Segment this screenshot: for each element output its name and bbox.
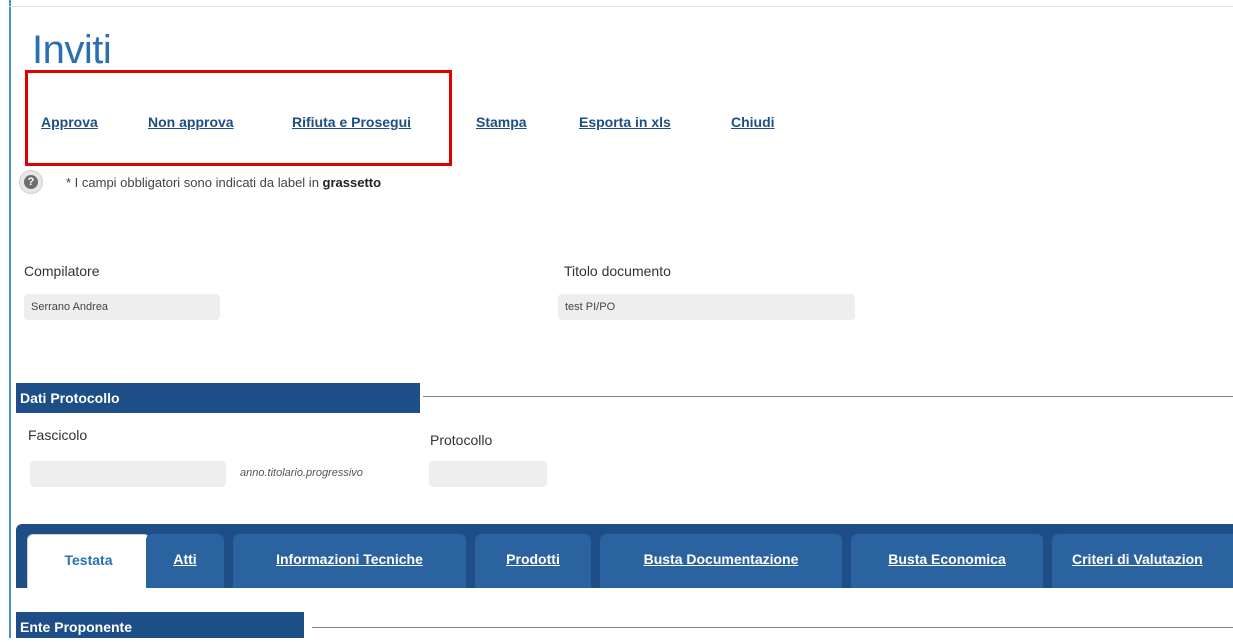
window-top-border <box>9 6 1233 7</box>
chiudi-link[interactable]: Chiudi <box>731 114 775 130</box>
highlight-annotation-box <box>25 70 452 166</box>
window-left-border <box>9 0 11 638</box>
tab-busta-economica[interactable]: Busta Economica <box>851 534 1043 588</box>
fascicolo-field[interactable] <box>30 461 226 487</box>
required-note-bold: grassetto <box>322 175 382 190</box>
question-mark-glyph: ? <box>24 175 38 189</box>
tab-criteri-di-valutazione[interactable]: Criteri di Valutazion <box>1052 534 1233 588</box>
required-note-text: * I campi obbligatori sono indicati da l… <box>66 175 323 190</box>
fascicolo-label: Fascicolo <box>28 427 88 443</box>
compilatore-label: Compilatore <box>24 263 100 279</box>
dati-protocollo-header: Dati Protocollo <box>16 383 420 413</box>
compilatore-field[interactable]: Serrano Andrea <box>24 294 220 320</box>
tab-informazioni-tecniche[interactable]: Informazioni Tecniche <box>233 534 466 588</box>
tab-prodotti[interactable]: Prodotti <box>475 534 591 588</box>
help-icon[interactable]: ? <box>19 170 43 194</box>
tab-testata[interactable]: Testata <box>27 534 150 588</box>
ente-proponente-header: Ente Proponente <box>16 612 304 638</box>
stampa-link[interactable]: Stampa <box>476 114 527 130</box>
section-divider <box>312 627 1233 628</box>
titolo-documento-field[interactable]: test PI/PO <box>558 294 855 320</box>
tab-atti[interactable]: Atti <box>146 534 224 588</box>
titolo-documento-label: Titolo documento <box>564 263 671 279</box>
esporta-xls-link[interactable]: Esporta in xls <box>579 114 671 130</box>
protocollo-field[interactable] <box>429 461 547 487</box>
fascicolo-format-hint: anno.titolario.progressivo <box>240 467 363 479</box>
required-fields-note: * I campi obbligatori sono indicati da l… <box>66 175 381 190</box>
page-title: Inviti <box>32 28 112 72</box>
protocollo-label: Protocollo <box>430 432 493 448</box>
section-divider <box>423 396 1233 397</box>
tab-bar: Testata Atti Informazioni Tecniche Prodo… <box>16 524 1233 588</box>
tab-busta-documentazione[interactable]: Busta Documentazione <box>600 534 842 588</box>
